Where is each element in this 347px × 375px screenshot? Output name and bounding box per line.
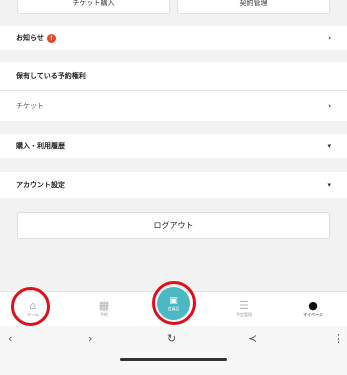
- tab-label: ホーム: [27, 312, 39, 317]
- account-row[interactable]: アカウント設定 ▾: [0, 172, 347, 198]
- reservations-heading: 保有している予約権利: [16, 72, 86, 80]
- qr-code-icon: ▣: [169, 295, 178, 306]
- logout-button[interactable]: ログアウト: [17, 212, 330, 239]
- chevron-down-icon: ▾: [327, 181, 331, 189]
- calendar-icon: ▦: [98, 299, 110, 312]
- ticket-row[interactable]: チケット ›: [0, 91, 347, 121]
- tab-label: マイページ: [303, 312, 323, 317]
- chevron-right-icon: ›: [328, 102, 331, 110]
- ticket-label: チケット: [16, 102, 44, 110]
- history-row[interactable]: 購入・利用履歴 ▾: [0, 134, 347, 158]
- reload-icon[interactable]: ↻: [167, 332, 176, 345]
- membership-card-button[interactable]: ▣ 会員証: [157, 287, 190, 320]
- home-indicator: [120, 358, 227, 361]
- tab-label: 予約: [100, 312, 108, 317]
- forward-icon[interactable]: ›: [88, 332, 92, 345]
- tab-schedule[interactable]: ☰ 予定管理: [219, 292, 269, 326]
- contract-manage-button[interactable]: 契約管理: [177, 0, 330, 14]
- browser-toolbar: ‹ › ↻ ≺ ⋮: [0, 326, 347, 375]
- notice-label: お知らせ: [16, 34, 44, 42]
- reservations-heading-row: 保有している予約権利: [0, 62, 347, 90]
- chevron-right-icon: ›: [328, 34, 331, 42]
- history-label: 購入・利用履歴: [16, 142, 65, 150]
- top-buttons: チケット購入 契約管理: [17, 0, 330, 14]
- home-icon: ⌂: [29, 299, 37, 312]
- account-label: アカウント設定: [16, 181, 65, 189]
- ticket-purchase-button[interactable]: チケット購入: [17, 0, 170, 14]
- notice-row[interactable]: お知らせ ! ›: [0, 26, 347, 50]
- tab-reservation[interactable]: ▦ 予約: [79, 292, 129, 326]
- user-icon: ●: [308, 299, 318, 312]
- membership-card-label: 会員証: [167, 305, 180, 311]
- tab-mypage[interactable]: ● マイページ: [288, 292, 338, 326]
- chevron-down-icon: ▾: [327, 142, 331, 150]
- tab-label: 予定管理: [236, 312, 252, 317]
- tab-home[interactable]: ⌂ ホーム: [8, 292, 58, 326]
- more-icon[interactable]: ⋮: [333, 332, 344, 345]
- back-icon[interactable]: ‹: [8, 332, 12, 345]
- notice-badge: !: [46, 33, 56, 43]
- share-icon[interactable]: ≺: [248, 332, 257, 345]
- list-icon: ☰: [239, 299, 249, 312]
